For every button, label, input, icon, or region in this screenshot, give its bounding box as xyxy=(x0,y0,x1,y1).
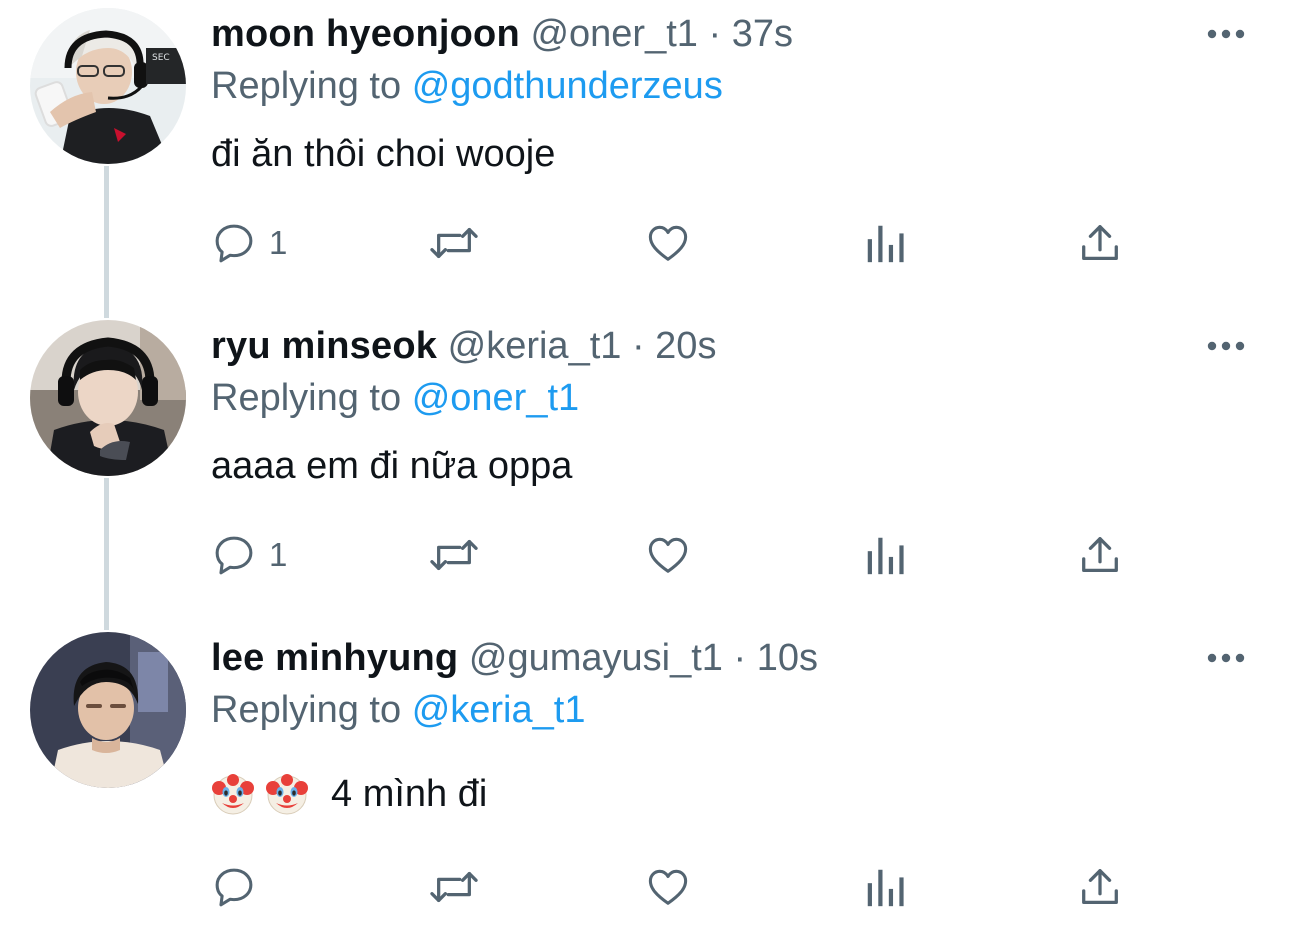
bar-chart-icon xyxy=(867,869,904,907)
timestamp[interactable]: 37s xyxy=(732,13,793,55)
tweet-text-content: 4 mình đi xyxy=(331,773,488,815)
more-horizontal-icon[interactable] xyxy=(1204,644,1248,672)
share-upload-icon xyxy=(1082,869,1118,904)
like-button[interactable] xyxy=(644,530,692,580)
display-name[interactable]: ryu minseok xyxy=(211,325,437,367)
tweet-text-content: aaaa em đi nữa oppa xyxy=(211,445,573,487)
share-upload-icon xyxy=(1082,537,1118,572)
share-button[interactable] xyxy=(1077,530,1123,580)
like-button[interactable] xyxy=(644,862,692,912)
views-button[interactable] xyxy=(863,862,907,912)
share-button[interactable] xyxy=(1077,218,1123,268)
avatar[interactable] xyxy=(30,632,186,788)
reply-bubble-icon xyxy=(215,868,253,907)
replying-to-label: Replying to xyxy=(211,65,402,107)
tweet-header: lee minhyung @gumayusi_t1 · 10s xyxy=(211,636,818,680)
views-button[interactable] xyxy=(863,218,907,268)
reply-button[interactable] xyxy=(211,862,269,912)
timestamp[interactable]: 20s xyxy=(655,325,716,367)
timestamp[interactable]: 10s xyxy=(757,637,818,679)
share-upload-icon xyxy=(1082,225,1118,260)
tweet-actions xyxy=(211,862,1141,912)
avatar[interactable] xyxy=(30,320,186,476)
more-horizontal-icon[interactable] xyxy=(1204,20,1248,48)
more-horizontal-icon[interactable] xyxy=(1204,332,1248,360)
retweet-button[interactable] xyxy=(426,862,482,912)
clown-face-emoji xyxy=(212,774,254,815)
views-button[interactable] xyxy=(863,530,907,580)
clown-face-emoji xyxy=(266,774,308,815)
mention-link[interactable]: @keria_t1 xyxy=(412,689,586,731)
heart-icon xyxy=(648,225,688,261)
reply-button[interactable]: 1 xyxy=(211,530,287,580)
replying-to-line: Replying to @oner_t1 xyxy=(211,376,579,420)
reply-count: 1 xyxy=(269,536,288,573)
reply-thread: SEC moon hyeonjoon @oner_t1 · 37s Replyi… xyxy=(0,0,1290,929)
replying-to-label: Replying to xyxy=(211,689,402,731)
tweet[interactable]: SEC moon hyeonjoon @oner_t1 · 37s Replyi… xyxy=(0,0,1290,312)
user-handle[interactable]: @keria_t1 xyxy=(448,325,622,367)
display-name[interactable]: lee minhyung xyxy=(211,637,458,679)
tweet-header: moon hyeonjoon @oner_t1 · 37s xyxy=(211,12,793,56)
share-button[interactable] xyxy=(1077,862,1123,912)
tweet-header: ryu minseok @keria_t1 · 20s xyxy=(211,324,716,368)
replying-to-line: Replying to @keria_t1 xyxy=(211,688,585,732)
tweet[interactable]: ryu minseok @keria_t1 · 20s Replying to … xyxy=(0,312,1290,624)
like-button[interactable] xyxy=(644,218,692,268)
retweet-button[interactable] xyxy=(426,218,482,268)
reply-button[interactable]: 1 xyxy=(211,218,287,268)
tweet-actions: 1 xyxy=(211,530,1141,580)
avatar[interactable]: SEC xyxy=(30,8,186,164)
bar-chart-icon xyxy=(867,537,904,575)
separator-dot: · xyxy=(733,637,747,679)
user-handle[interactable]: @oner_t1 xyxy=(530,13,697,55)
tweet[interactable]: lee minhyung @gumayusi_t1 · 10s Replying… xyxy=(0,624,1290,936)
tweet-text: đi ăn thôi choi wooje xyxy=(211,132,555,176)
heart-icon xyxy=(648,869,688,905)
tweet-text-content: đi ăn thôi choi wooje xyxy=(211,133,556,175)
replying-to-line: Replying to @godthunderzeus xyxy=(211,64,723,108)
retweet-icon xyxy=(430,227,478,259)
reply-count: 1 xyxy=(269,224,288,261)
tweet-text: 4 mình đi xyxy=(211,772,487,816)
bar-chart-icon xyxy=(867,225,904,263)
separator-dot: · xyxy=(631,325,645,367)
retweet-icon xyxy=(430,539,478,571)
reply-bubble-icon xyxy=(215,536,253,575)
mention-link[interactable]: @oner_t1 xyxy=(412,377,579,419)
tweet-actions: 1 xyxy=(211,218,1141,268)
retweet-button[interactable] xyxy=(426,530,482,580)
separator-dot: · xyxy=(708,13,722,55)
svg-text:SEC: SEC xyxy=(152,53,170,63)
user-handle[interactable]: @gumayusi_t1 xyxy=(469,637,723,679)
replying-to-label: Replying to xyxy=(211,377,402,419)
reply-bubble-icon xyxy=(215,224,253,263)
retweet-icon xyxy=(430,871,478,903)
heart-icon xyxy=(648,537,688,573)
display-name[interactable]: moon hyeonjoon xyxy=(211,13,520,55)
mention-link[interactable]: @godthunderzeus xyxy=(412,65,723,107)
tweet-text: aaaa em đi nữa oppa xyxy=(211,444,572,488)
